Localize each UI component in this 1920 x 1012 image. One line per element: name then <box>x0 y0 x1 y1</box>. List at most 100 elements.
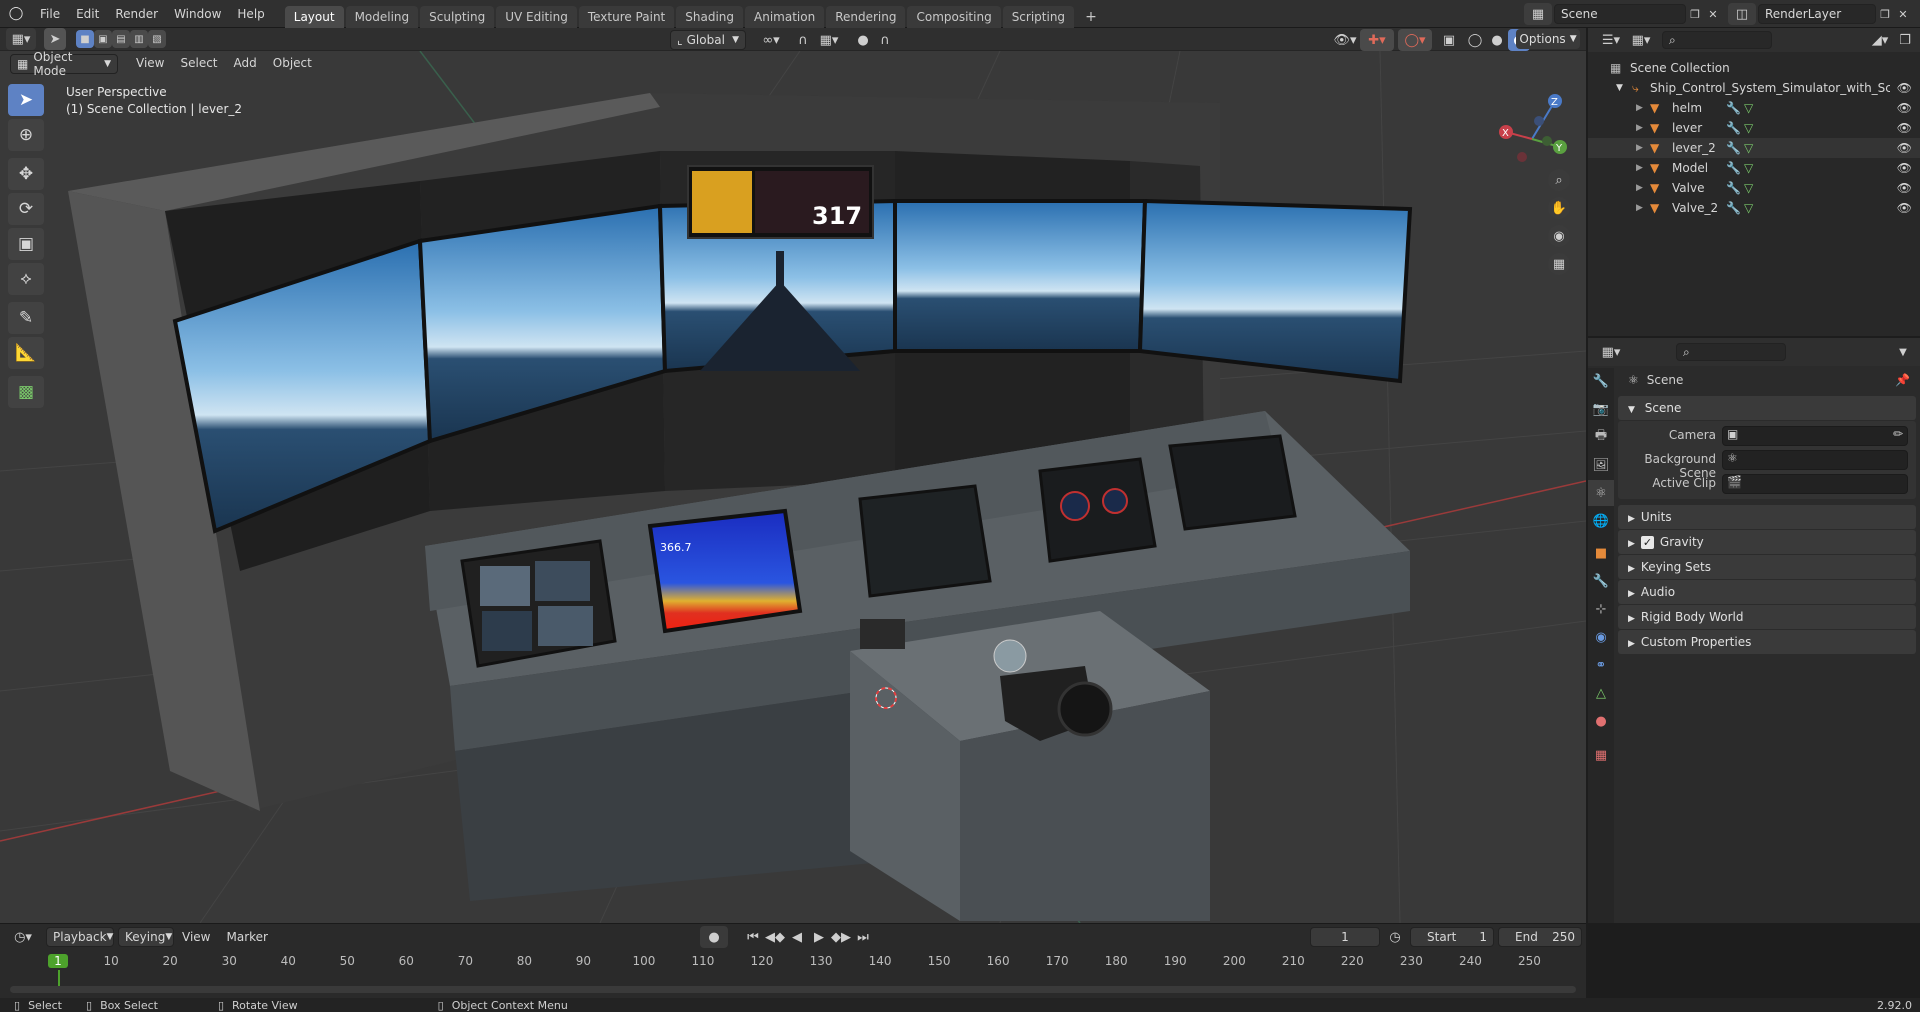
timeline-menu-marker[interactable]: Marker <box>218 924 275 950</box>
outliner-row-object[interactable]: ▶ ▼ lever_2 🔧 ▽ 👁 <box>1588 138 1920 158</box>
select-subtract-icon[interactable]: ▤ <box>112 30 130 48</box>
modifier-tab-icon[interactable]: 🔧 <box>1588 568 1614 594</box>
menu-edit[interactable]: Edit <box>68 0 107 28</box>
material-tab-icon[interactable]: ● <box>1588 708 1614 734</box>
eye-icon[interactable]: 👁 <box>1897 198 1912 218</box>
current-frame-field[interactable]: 1 <box>1310 927 1380 947</box>
panel-scene-header[interactable]: ▼ Scene <box>1618 396 1916 420</box>
select-new-icon[interactable]: ■ <box>76 30 94 48</box>
constraints-tab-icon[interactable]: ⚭ <box>1588 652 1614 678</box>
expand-arrow-icon[interactable]: ▶ <box>1636 98 1643 118</box>
jump-end-icon[interactable]: ⏭ <box>852 926 874 948</box>
particles-tab-icon[interactable]: ⊹ <box>1588 596 1614 622</box>
filter-icon[interactable]: ◢▾ <box>1866 29 1894 51</box>
visibility-icon[interactable]: 👁▾ <box>1330 29 1360 51</box>
expand-arrow-icon[interactable]: ▶ <box>1636 178 1643 198</box>
scene-tab-icon[interactable]: ⚛ <box>1588 480 1614 506</box>
modifier-wrench-icon[interactable]: 🔧 <box>1726 158 1741 178</box>
add-workspace-button[interactable]: + <box>1076 6 1106 28</box>
eye-icon[interactable]: 👁 <box>1897 98 1912 118</box>
view-layer-icon[interactable]: ◫ <box>1728 3 1756 25</box>
outliner-row-scene-collection[interactable]: ▦ Scene Collection <box>1588 58 1920 78</box>
world-tab-icon[interactable]: 🌐 <box>1588 508 1614 534</box>
outliner-row-collection[interactable]: ▼ ⤷ Ship_Control_System_Simulator_with_S… <box>1588 78 1920 98</box>
timeline-editor-icon[interactable]: ◷▾ <box>8 926 38 948</box>
outliner-row-object[interactable]: ▶ ▼ Valve 🔧 ▽ 👁 <box>1588 178 1920 198</box>
solid-shading-icon[interactable]: ● <box>1486 29 1508 51</box>
playback-dropdown[interactable]: Playback ▼ <box>46 927 114 947</box>
xray-icon[interactable]: ▣ <box>1438 29 1460 51</box>
subpanel-rigid-body-world[interactable]: ▶ Rigid Body World <box>1618 605 1916 629</box>
eye-icon[interactable]: 👁 <box>1897 78 1912 98</box>
timeline-scrollbar[interactable] <box>10 986 1576 993</box>
snap-target-icon[interactable]: ▦▾ <box>814 29 844 51</box>
transform-tool-icon[interactable]: ⟡ <box>8 263 44 295</box>
close-layer-icon[interactable]: ✕ <box>1894 3 1912 25</box>
annotate-tool-icon[interactable]: ✎ <box>8 302 44 334</box>
tab-modeling[interactable]: Modeling <box>345 5 419 28</box>
outliner-search-input[interactable]: ⌕ <box>1662 31 1772 49</box>
select-intersect-icon[interactable]: ▧ <box>148 30 166 48</box>
object-mode-dropdown[interactable]: ▦ Object Mode ▼ <box>10 50 118 78</box>
scene-name-field[interactable]: Scene <box>1554 4 1686 24</box>
expand-arrow-icon[interactable]: ▶ <box>1636 198 1643 218</box>
camera-view-icon[interactable]: ◉ <box>1548 225 1570 247</box>
zoom-icon[interactable]: ⌕ <box>1548 169 1570 191</box>
viewport-menu-object[interactable]: Object <box>265 52 320 75</box>
expand-arrow-icon[interactable]: ▶ <box>1636 158 1643 178</box>
duplicate-scene-icon[interactable]: ❐ <box>1686 3 1704 25</box>
record-icon[interactable]: ● <box>700 926 728 948</box>
menu-render[interactable]: Render <box>107 0 166 28</box>
falloff-icon[interactable]: ∩ <box>874 29 896 51</box>
tab-animation[interactable]: Animation <box>745 5 825 28</box>
perspective-grid-icon[interactable]: ▦ <box>1548 253 1570 275</box>
cursor-tool-icon[interactable]: ⊕ <box>8 119 44 151</box>
view-layer-tab-icon[interactable]: 🖼 <box>1588 452 1614 478</box>
menu-file[interactable]: File <box>32 0 68 28</box>
new-collection-icon[interactable]: ❐ <box>1894 29 1916 51</box>
play-icon[interactable]: ▶ <box>808 926 830 948</box>
camera-field[interactable]: ▣ ✏ <box>1722 426 1908 446</box>
render-tab-icon[interactable]: 📷 <box>1588 396 1614 422</box>
timeline-menu-view[interactable]: View <box>174 924 218 950</box>
mesh-data-icon[interactable]: ▽ <box>1744 178 1753 198</box>
tab-rendering[interactable]: Rendering <box>826 5 906 28</box>
blender-logo-icon[interactable]: ◯ <box>6 3 26 25</box>
tool-tab-icon[interactable]: 🔧 <box>1588 368 1614 394</box>
select-invert-icon[interactable]: ▥ <box>130 30 148 48</box>
modifier-wrench-icon[interactable]: 🔧 <box>1726 178 1741 198</box>
scene-icon[interactable]: ▦ <box>1524 3 1552 25</box>
select-tool-icon[interactable]: ➤ <box>44 28 66 50</box>
scale-tool-icon[interactable]: ▣ <box>8 228 44 260</box>
3d-viewport[interactable]: 317 366.7 User Perspective (1) Scene Col… <box>0 51 1586 923</box>
transform-orientation-dropdown[interactable]: ⌞ Global ▼ <box>670 30 746 50</box>
jump-keyframe-back-icon[interactable]: ◀◆ <box>764 926 786 948</box>
rotate-tool-icon[interactable]: ⟳ <box>8 193 44 225</box>
tab-scripting[interactable]: Scripting <box>1002 5 1075 28</box>
add-cube-tool-icon[interactable]: ▩ <box>8 376 44 408</box>
outliner-editor-icon[interactable]: ☰▾ <box>1596 29 1626 51</box>
view-layer-field[interactable]: RenderLayer <box>1758 4 1876 24</box>
hand-pan-icon[interactable]: ✋ <box>1548 197 1570 219</box>
jump-keyframe-forward-icon[interactable]: ◆▶ <box>830 926 852 948</box>
select-extend-icon[interactable]: ▣ <box>94 30 112 48</box>
physics-tab-icon[interactable]: ◉ <box>1588 624 1614 650</box>
options-button[interactable]: Options ▼ <box>1516 29 1580 49</box>
gravity-checkbox[interactable]: ✓ <box>1640 536 1654 549</box>
measure-tool-icon[interactable]: 📐 <box>8 337 44 369</box>
viewport-menu-select[interactable]: Select <box>172 52 225 75</box>
jump-start-icon[interactable]: ⏮ <box>742 926 764 948</box>
expand-arrow-icon[interactable]: ▶ <box>1636 118 1643 138</box>
subpanel-custom-properties[interactable]: ▶ Custom Properties <box>1618 630 1916 654</box>
pivot-point-icon[interactable]: ∞▾ <box>756 29 786 51</box>
subpanel-gravity[interactable]: ▶ ✓ Gravity <box>1618 530 1916 554</box>
move-tool-icon[interactable]: ✥ <box>8 158 44 190</box>
tab-compositing[interactable]: Compositing <box>907 5 1001 28</box>
menu-help[interactable]: Help <box>229 0 272 28</box>
subpanel-keying-sets[interactable]: ▶ Keying Sets <box>1618 555 1916 579</box>
properties-search-input[interactable]: ⌕ <box>1676 343 1786 361</box>
modifier-wrench-icon[interactable]: 🔧 <box>1726 138 1741 158</box>
outliner-row-object[interactable]: ▶ ▼ helm 🔧 ▽ 👁 <box>1588 98 1920 118</box>
overlay-icon[interactable]: ◯▾ <box>1398 29 1432 51</box>
tab-sculpting[interactable]: Sculpting <box>420 5 495 28</box>
